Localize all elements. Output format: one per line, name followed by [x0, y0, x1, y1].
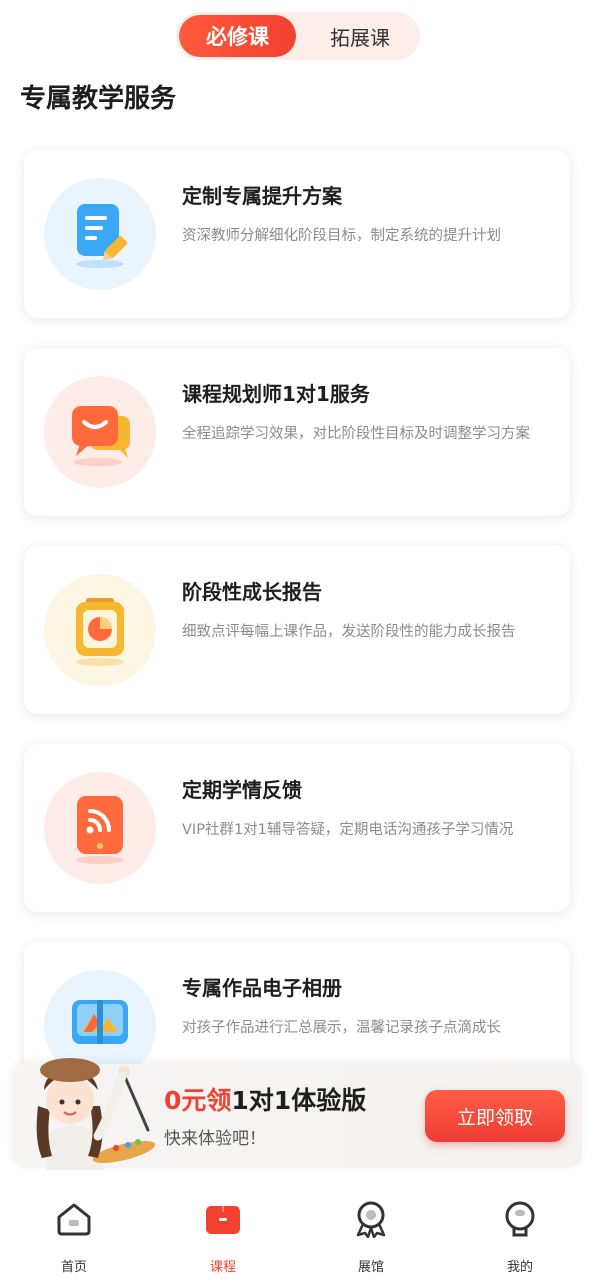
teacher-illustration: [24, 1040, 164, 1170]
card-description: 细致点评每幅上课作品，发送阶段性的能力成长报告: [182, 624, 516, 640]
nav-label: 首页: [60, 1260, 87, 1275]
card-description: 全程追踪学习效果，对比阶段性目标及时调整学习方案: [182, 426, 530, 442]
service-card-feedback[interactable]: 定期学情反馈 VIP社群1对1辅导答疑，定期电话沟通孩子学习情况: [24, 744, 570, 912]
nav-item-home[interactable]: 首页: [24, 1196, 124, 1276]
tab-extended-course[interactable]: 拓展课: [304, 15, 416, 57]
service-card-report[interactable]: 阶段性成长报告 细致点评每幅上课作品，发送阶段性的能力成长报告: [24, 546, 570, 714]
profile-icon: [505, 1201, 535, 1237]
card-title: 定制专属提升方案: [182, 184, 342, 208]
bottom-nav: 首页 课程 展馆 我的: [0, 1180, 594, 1280]
promo-title: 0元领1对1体验版: [164, 1081, 366, 1117]
chat-bubbles-icon: [44, 376, 156, 488]
nav-item-gallery[interactable]: 展馆: [321, 1196, 421, 1276]
service-card-plan[interactable]: 定制专属提升方案 资深教师分解细化阶段目标，制定系统的提升计划: [24, 150, 570, 318]
nav-item-mine[interactable]: 我的: [470, 1196, 570, 1276]
card-description: VIP社群1对1辅导答疑，定期电话沟通孩子学习情况: [182, 822, 514, 838]
course-type-switch: 必修课 拓展课: [176, 12, 420, 60]
nav-label: 课程: [209, 1260, 236, 1275]
section-title: 专属教学服务: [20, 84, 177, 114]
card-title: 课程规划师1对1服务: [182, 382, 370, 406]
service-card-planner[interactable]: 课程规划师1对1服务 全程追踪学习效果，对比阶段性目标及时调整学习方案: [24, 348, 570, 516]
home-icon: [57, 1203, 91, 1236]
clipboard-chart-icon: [44, 574, 156, 686]
claim-now-button[interactable]: 立即领取: [425, 1090, 565, 1142]
card-description: 对孩子作品进行汇总展示，温馨记录孩子点滴成长: [182, 1020, 501, 1036]
card-title: 阶段性成长报告: [182, 580, 322, 604]
medal-icon: [356, 1201, 386, 1238]
card-title: 定期学情反馈: [182, 778, 302, 802]
card-description: 资深教师分解细化阶段目标，制定系统的提升计划: [182, 228, 501, 244]
course-book-icon: [206, 1206, 240, 1234]
card-title: 专属作品电子相册: [182, 976, 342, 1000]
nav-item-course[interactable]: 课程: [173, 1196, 273, 1276]
promo-title-rest: 1对1体验版: [231, 1086, 367, 1115]
nav-label: 我的: [506, 1260, 533, 1275]
promo-title-highlight: 0元领: [164, 1086, 232, 1115]
nav-label: 展馆: [357, 1260, 384, 1275]
promo-subtitle: 快来体验吧！: [164, 1129, 266, 1149]
tab-required-course[interactable]: 必修课: [179, 15, 296, 57]
phone-signal-icon: [44, 772, 156, 884]
document-pen-icon: [44, 178, 156, 290]
